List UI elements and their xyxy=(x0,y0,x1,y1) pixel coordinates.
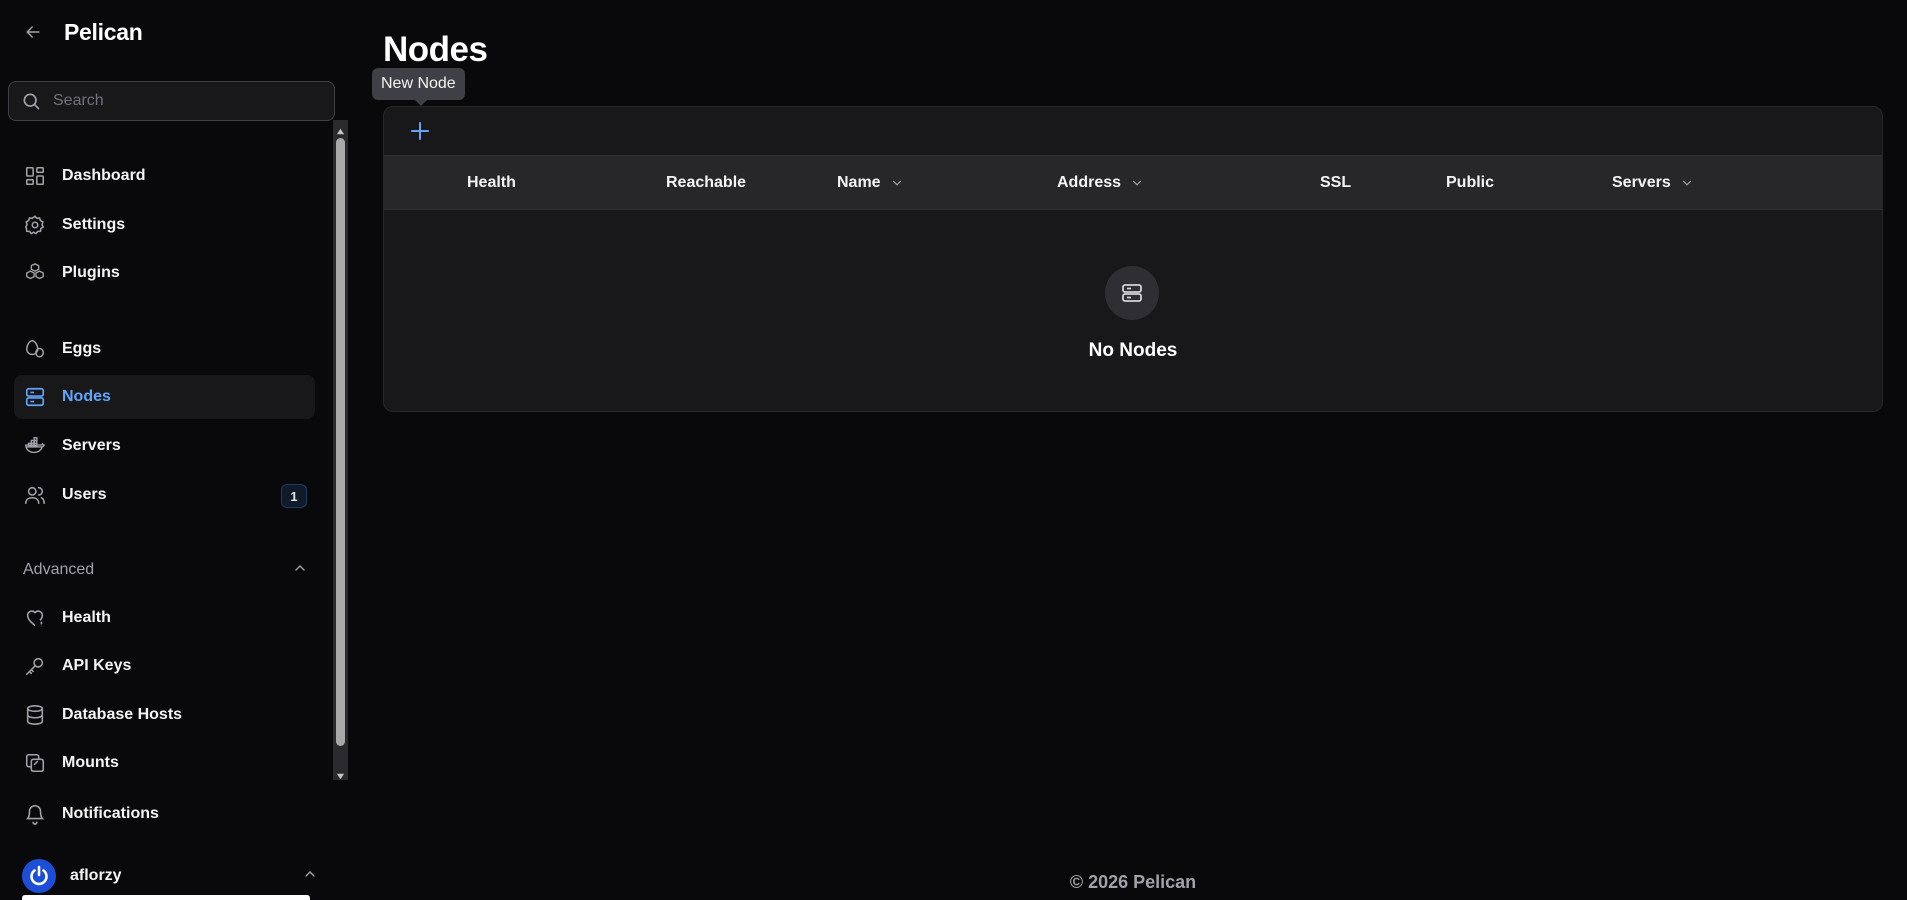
chevron-down-icon xyxy=(1680,176,1694,190)
sidebar-item-servers[interactable]: Servers xyxy=(14,424,315,468)
sidebar: Pelican Dashboard Settings Plugins Eggs xyxy=(0,0,348,900)
users-icon xyxy=(23,483,47,507)
bottom-edge-bar xyxy=(22,895,310,900)
nodes-table-card: Health Reachable Name Address SSL Public… xyxy=(383,106,1883,412)
scroll-up-arrow-icon[interactable] xyxy=(336,123,345,135)
column-header-address[interactable]: Address xyxy=(1057,156,1144,209)
page-title: Nodes xyxy=(383,30,488,69)
column-label: Health xyxy=(467,173,516,191)
dashboard-icon xyxy=(23,164,47,188)
chevron-up-icon xyxy=(292,560,308,581)
brand-row: Pelican xyxy=(20,14,143,50)
user-name: aflorzy xyxy=(70,867,122,884)
mounts-icon xyxy=(23,751,47,775)
column-header-health: Health xyxy=(467,156,516,209)
sidebar-item-label: Mounts xyxy=(62,754,119,771)
cubes-icon xyxy=(23,261,47,285)
column-label: Name xyxy=(837,173,881,191)
plus-icon xyxy=(411,122,429,140)
key-icon xyxy=(23,654,47,678)
empty-state-text: No Nodes xyxy=(1088,340,1178,361)
sidebar-item-dashboard[interactable]: Dashboard xyxy=(14,154,315,198)
column-label: Reachable xyxy=(666,173,747,191)
sidebar-item-settings[interactable]: Settings xyxy=(14,203,315,247)
arrow-left-icon[interactable] xyxy=(20,19,46,45)
app-title: Pelican xyxy=(64,18,143,45)
advanced-group-label: Advanced xyxy=(23,561,95,578)
sidebar-item-label: Notifications xyxy=(62,805,159,822)
search-icon xyxy=(23,93,40,110)
new-node-button[interactable] xyxy=(406,117,434,145)
sidebar-item-label: Settings xyxy=(62,216,126,233)
new-node-tooltip: New Node xyxy=(372,68,465,100)
column-header-ssl: SSL xyxy=(1320,156,1351,209)
sidebar-item-label: Health xyxy=(62,609,111,626)
search-input[interactable] xyxy=(51,91,321,111)
chevron-up-icon xyxy=(302,866,318,887)
sidebar-item-notifications[interactable]: Notifications xyxy=(14,792,315,836)
docker-icon xyxy=(23,434,47,458)
user-menu[interactable]: aflorzy xyxy=(22,858,318,894)
sidebar-item-mounts[interactable]: Mounts xyxy=(14,741,315,785)
sidebar-item-database-hosts[interactable]: Database Hosts xyxy=(14,693,315,737)
chevron-down-icon xyxy=(890,176,904,190)
sidebar-item-label: Database Hosts xyxy=(62,706,183,723)
column-header-public: Public xyxy=(1446,156,1494,209)
scroll-down-arrow-icon[interactable] xyxy=(336,768,345,780)
sidebar-item-label: Eggs xyxy=(62,340,102,357)
users-count-badge: 1 xyxy=(281,484,307,508)
sidebar-item-label: API Keys xyxy=(62,657,132,674)
column-header-reachable: Reachable xyxy=(666,156,746,209)
sidebar-item-plugins[interactable]: Plugins xyxy=(14,251,315,295)
table-toolbar xyxy=(384,107,1882,155)
sidebar-item-label: Users xyxy=(62,486,107,503)
gear-icon xyxy=(23,213,47,237)
avatar xyxy=(22,859,56,893)
column-label: Address xyxy=(1057,173,1122,191)
sidebar-item-eggs[interactable]: Eggs xyxy=(14,327,315,371)
advanced-group-toggle[interactable]: Advanced xyxy=(23,558,308,582)
main-content: Nodes New Node Health Reachable Name Add… xyxy=(372,0,1883,900)
column-label: Servers xyxy=(1612,173,1671,191)
sidebar-item-label: Nodes xyxy=(62,388,111,405)
sidebar-item-health[interactable]: Health xyxy=(14,596,315,640)
sidebar-item-label: Plugins xyxy=(62,264,120,281)
server-icon xyxy=(23,385,47,409)
heart-icon xyxy=(23,606,47,630)
column-header-name[interactable]: Name xyxy=(837,156,904,209)
database-icon xyxy=(23,703,47,727)
scrollbar-thumb[interactable] xyxy=(336,138,345,746)
sidebar-item-label: Servers xyxy=(62,437,121,454)
sidebar-item-users[interactable]: Users 1 xyxy=(14,473,315,517)
footer-copyright: © 2026 Pelican xyxy=(1069,872,1197,892)
chevron-down-icon xyxy=(1130,176,1144,190)
column-label: SSL xyxy=(1320,173,1352,191)
column-header-servers[interactable]: Servers xyxy=(1612,156,1694,209)
column-label: Public xyxy=(1446,173,1495,191)
table-header: Health Reachable Name Address SSL Public… xyxy=(384,155,1882,210)
sidebar-item-nodes[interactable]: Nodes xyxy=(14,375,315,419)
bell-icon xyxy=(23,802,47,826)
empty-state: No Nodes xyxy=(384,210,1882,411)
eggs-icon xyxy=(23,337,47,361)
search-box[interactable] xyxy=(8,81,335,121)
sidebar-item-api-keys[interactable]: API Keys xyxy=(14,644,315,688)
server-icon xyxy=(1105,266,1159,320)
sidebar-scrollbar[interactable] xyxy=(333,120,348,780)
sidebar-item-label: Dashboard xyxy=(62,167,146,184)
